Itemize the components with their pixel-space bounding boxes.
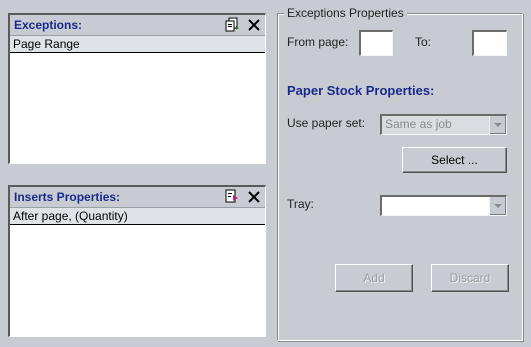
paper-stock-title: Paper Stock Properties: [287, 83, 435, 98]
inserts-column-header[interactable]: After page, (Quantity) [10, 208, 265, 225]
add-pages-icon[interactable] [224, 17, 240, 33]
discard-button[interactable]: Discard [431, 264, 509, 292]
add-button-label: Add [363, 271, 385, 285]
close-icon[interactable] [246, 17, 262, 33]
discard-button-label: Discard [449, 271, 491, 285]
from-page-label: From page: [287, 35, 349, 49]
paper-set-select[interactable]: Same as job [380, 114, 507, 135]
tray-label: Tray: [287, 197, 314, 211]
select-button[interactable]: Select ... [402, 147, 507, 173]
to-page-input[interactable] [472, 30, 507, 56]
to-page-label: To: [415, 35, 432, 49]
paper-set-value: Same as job [385, 117, 452, 131]
insert-page-icon[interactable] [224, 189, 240, 205]
exceptions-panel: Exceptions: Page Range [8, 13, 266, 164]
chevron-down-icon[interactable] [489, 116, 506, 134]
use-paper-set-label: Use paper set: [287, 116, 366, 130]
inserts-title: Inserts Properties: [14, 190, 121, 204]
close-icon[interactable] [246, 189, 262, 205]
inserts-panel: Inserts Properties: After page, (Quantit… [8, 185, 266, 337]
exceptions-column-header[interactable]: Page Range [10, 36, 265, 53]
exceptions-title: Exceptions: [14, 18, 83, 32]
select-button-label: Select ... [431, 153, 478, 167]
chevron-down-icon[interactable] [489, 197, 506, 215]
exceptions-header: Exceptions: [10, 15, 265, 36]
inserts-header: Inserts Properties: [10, 187, 265, 208]
from-page-input[interactable] [359, 30, 393, 56]
tray-select[interactable] [380, 195, 507, 216]
exceptions-properties-label: Exceptions Properties [284, 6, 407, 20]
add-button[interactable]: Add [335, 264, 413, 292]
